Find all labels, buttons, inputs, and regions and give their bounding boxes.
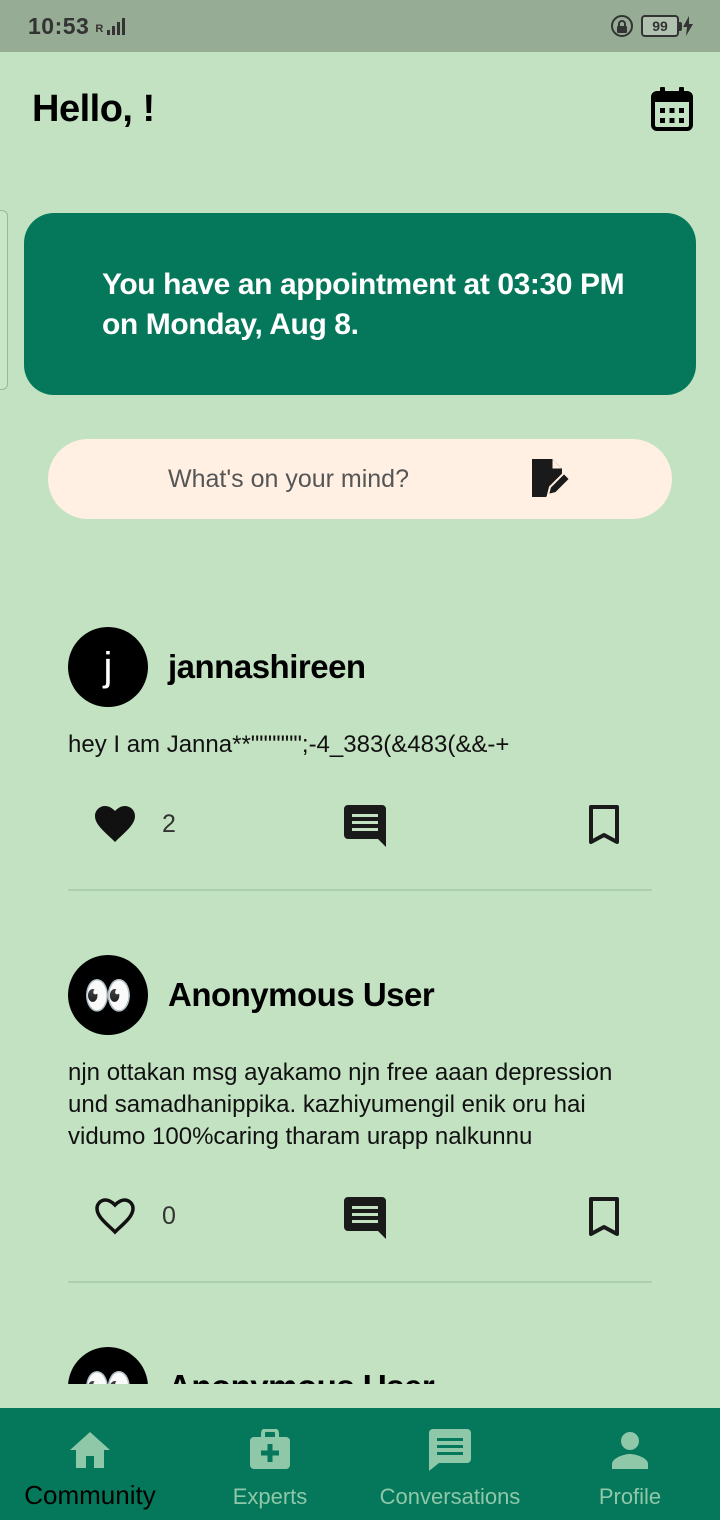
- nav-label: Community: [24, 1480, 156, 1510]
- heart-filled-icon: [95, 806, 135, 842]
- bottom-navigation: Community Experts Conversations Profile: [0, 1408, 720, 1520]
- nav-label: Profile: [598, 1484, 662, 1509]
- nav-label: Experts: [232, 1484, 308, 1509]
- appointment-card[interactable]: You have an appointment at 03:30 PM on M…: [24, 213, 696, 395]
- post-username[interactable]: Anonymous User: [168, 1368, 435, 1384]
- network-type: R: [95, 23, 104, 35]
- comment-button[interactable]: [344, 1197, 386, 1244]
- post-actions: 0: [68, 1197, 652, 1257]
- like-button[interactable]: 0: [94, 1197, 176, 1235]
- post-header: j jannashireen: [68, 627, 652, 707]
- post-header: 👀 Anonymous User: [68, 955, 652, 1035]
- avatar[interactable]: 👀: [68, 1347, 148, 1384]
- post-text: njn ottakan msg ayakamo njn free aaan de…: [68, 1059, 613, 1150]
- heart-outline-icon: [95, 1198, 135, 1235]
- post-divider: [68, 889, 652, 891]
- like-button[interactable]: 2: [94, 805, 176, 843]
- avatar[interactable]: 👀: [68, 955, 148, 1035]
- post-divider: [68, 1281, 652, 1283]
- nav-experts[interactable]: Experts: [180, 1408, 360, 1520]
- posts-feed[interactable]: j jannashireen hey I am Janna**"""""";-4…: [0, 560, 720, 1384]
- post-header: 👀 Anonymous User: [68, 1347, 652, 1384]
- status-bar: 10:53 R 99: [0, 0, 720, 52]
- compose-post-bar[interactable]: What's on your mind?: [48, 439, 672, 519]
- bookmark-icon: [589, 1197, 619, 1236]
- rotation-lock-icon: [611, 15, 633, 37]
- medical-kit-icon: [250, 1429, 290, 1469]
- signal-icon: R: [95, 17, 126, 35]
- edit-note-icon[interactable]: [528, 457, 572, 501]
- comment-icon: [344, 805, 386, 847]
- comment-icon: [344, 1197, 386, 1239]
- post-text: hey I am Janna**"""""";-4_383(&483(&&-+: [68, 731, 510, 758]
- battery-level: 99: [641, 15, 679, 37]
- person-icon: [612, 1432, 648, 1469]
- chat-icon: [429, 1429, 471, 1471]
- home-icon: [70, 1432, 110, 1468]
- post-card: 👀 Anonymous User: [68, 1347, 652, 1384]
- status-time: 10:53: [28, 12, 90, 39]
- avatar[interactable]: j: [68, 627, 148, 707]
- battery-icon: 99: [641, 15, 694, 37]
- post-card: j jannashireen hey I am Janna**"""""";-4…: [68, 627, 652, 891]
- bookmark-button[interactable]: [588, 805, 620, 850]
- comment-button[interactable]: [344, 805, 386, 852]
- nav-conversations[interactable]: Conversations: [360, 1408, 540, 1520]
- post-username[interactable]: Anonymous User: [168, 976, 435, 1014]
- compose-placeholder: What's on your mind?: [168, 464, 409, 493]
- charging-icon: [683, 16, 693, 36]
- post-actions: 2: [68, 805, 652, 865]
- greeting-title: Hello, !: [32, 88, 155, 130]
- post-card: 👀 Anonymous User njn ottakan msg ayakamo…: [68, 955, 652, 1283]
- bookmark-icon: [589, 805, 619, 844]
- nav-profile[interactable]: Profile: [540, 1408, 720, 1520]
- status-right: 99: [611, 15, 694, 37]
- like-count: 2: [162, 809, 176, 838]
- calendar-button[interactable]: [650, 86, 694, 132]
- like-count: 0: [162, 1201, 176, 1230]
- nav-label: Conversations: [379, 1484, 521, 1509]
- bookmark-button[interactable]: [588, 1197, 620, 1242]
- appointment-text: You have an appointment at 03:30 PM on M…: [102, 268, 625, 341]
- status-left: 10:53 R: [28, 12, 126, 40]
- calendar-icon: [651, 87, 693, 131]
- nav-community[interactable]: Community: [0, 1408, 180, 1520]
- post-username[interactable]: jannashireen: [168, 648, 366, 686]
- side-drawer-handle[interactable]: [0, 210, 8, 390]
